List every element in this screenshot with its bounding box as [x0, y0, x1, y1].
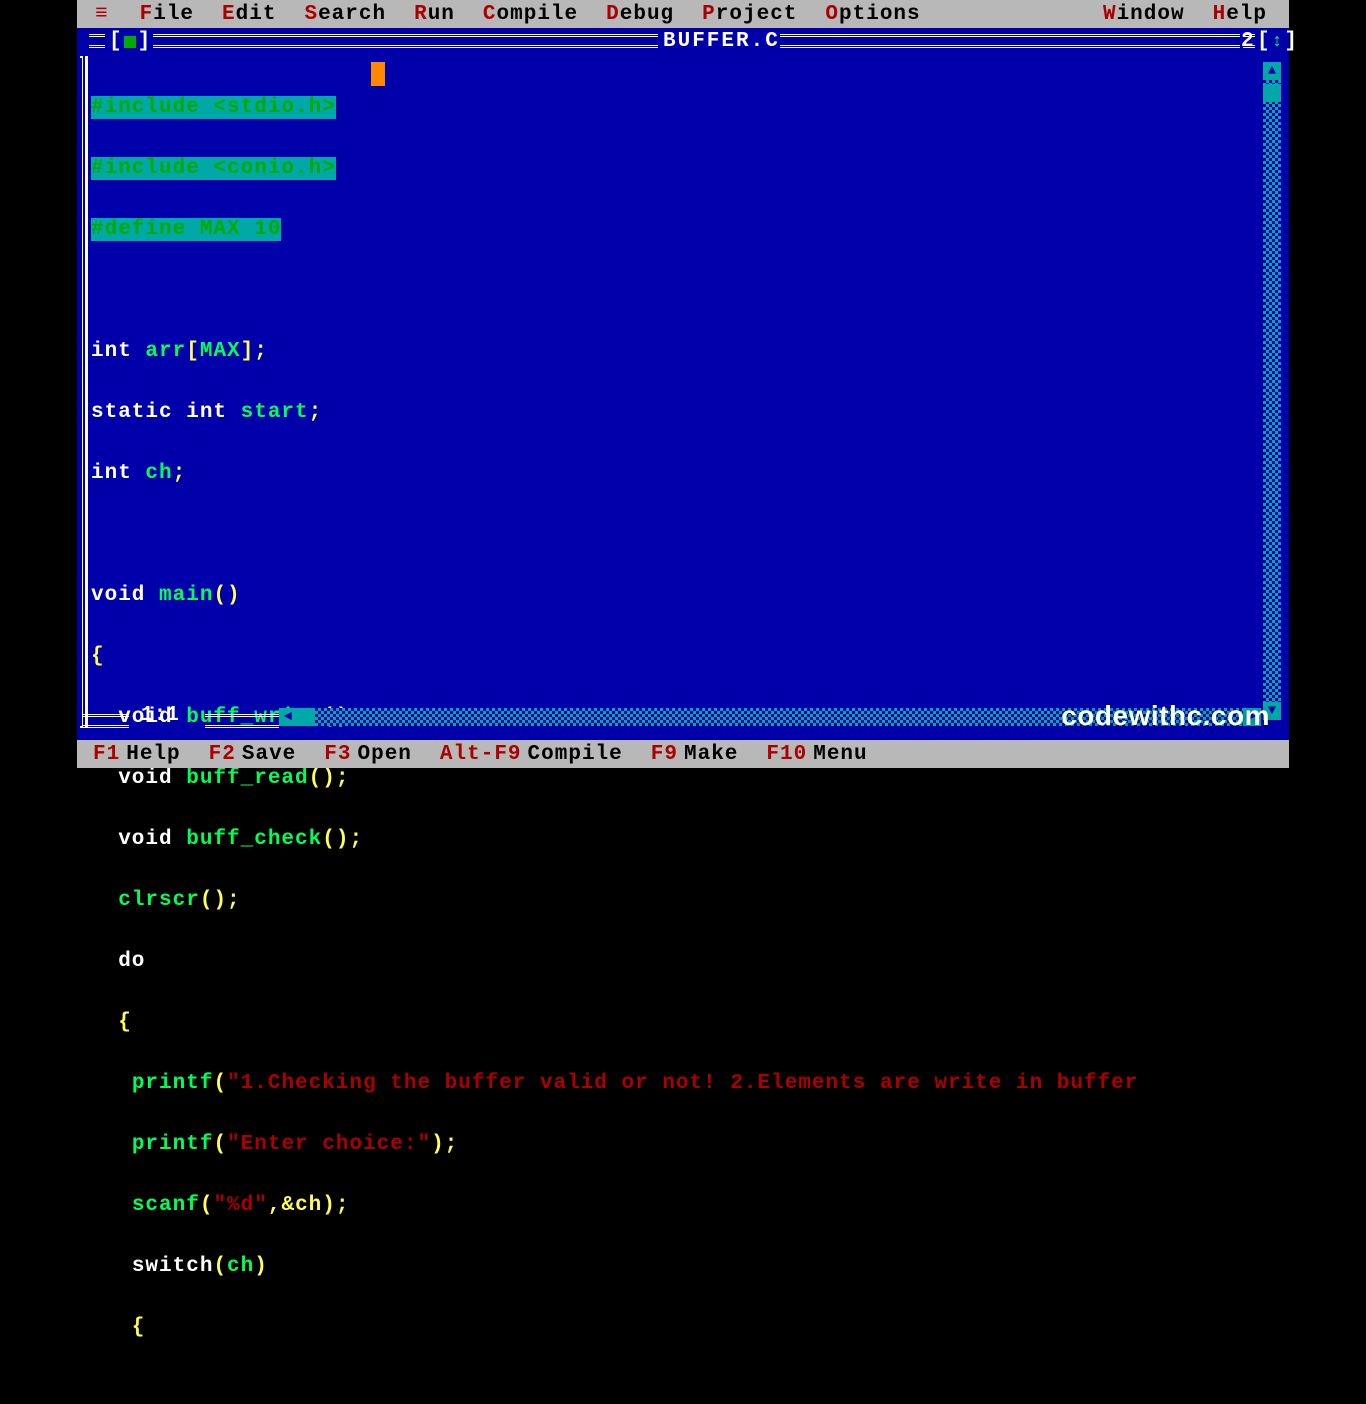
menu-bar: ≡ File Edit Search Run Compile Debug Pro… [77, 0, 1289, 28]
system-menu-icon[interactable]: ≡ [85, 3, 126, 26]
scroll-up-icon[interactable]: ▲ [1263, 62, 1281, 80]
menu-project[interactable]: Project [688, 3, 811, 26]
shortcut-open[interactable]: F3Open [314, 743, 422, 766]
shortcut-save[interactable]: F2Save [199, 743, 307, 766]
shortcut-help[interactable]: F1Help [83, 743, 191, 766]
menu-edit[interactable]: Edit [208, 3, 290, 26]
ide-window: ≡ File Edit Search Run Compile Debug Pro… [77, 0, 1289, 768]
watermark: codewithc.com [1061, 700, 1270, 732]
editor-window: [] BUFFER.C 2 [↕] #include <stdio.h> #in… [77, 28, 1289, 740]
scroll-left-icon[interactable]: ◄ [279, 708, 297, 726]
code-area[interactable]: #include <stdio.h> #include <conio.h> #d… [91, 62, 1261, 1404]
zoom-button[interactable]: [↕] [1257, 30, 1297, 53]
hscroll-thumb[interactable] [297, 708, 315, 726]
cursor-position: 1:1 [141, 704, 179, 727]
menu-options[interactable]: Options [811, 3, 934, 26]
menu-help[interactable]: Help [1199, 3, 1281, 26]
menu-search[interactable]: Search [290, 3, 400, 26]
menu-debug[interactable]: Debug [592, 3, 688, 26]
scroll-thumb[interactable] [1263, 84, 1281, 102]
menu-file[interactable]: File [126, 3, 208, 26]
status-bar: F1Help F2Save F3Open Alt-F9Compile F9Mak… [77, 740, 1289, 768]
shortcut-make[interactable]: F9Make [641, 743, 749, 766]
scroll-track[interactable] [1263, 80, 1281, 702]
menu-window[interactable]: Window [1089, 3, 1199, 26]
shortcut-compile[interactable]: Alt-F9Compile [430, 743, 633, 766]
shortcut-menu[interactable]: F10Menu [756, 743, 877, 766]
window-title: BUFFER.C [663, 30, 780, 53]
menu-run[interactable]: Run [400, 3, 469, 26]
menu-compile[interactable]: Compile [469, 3, 592, 26]
close-button[interactable]: [] [109, 30, 150, 53]
title-bar: [] BUFFER.C 2 [↕] [83, 28, 1283, 56]
vertical-scrollbar[interactable]: ▲ ▼ [1263, 62, 1281, 720]
